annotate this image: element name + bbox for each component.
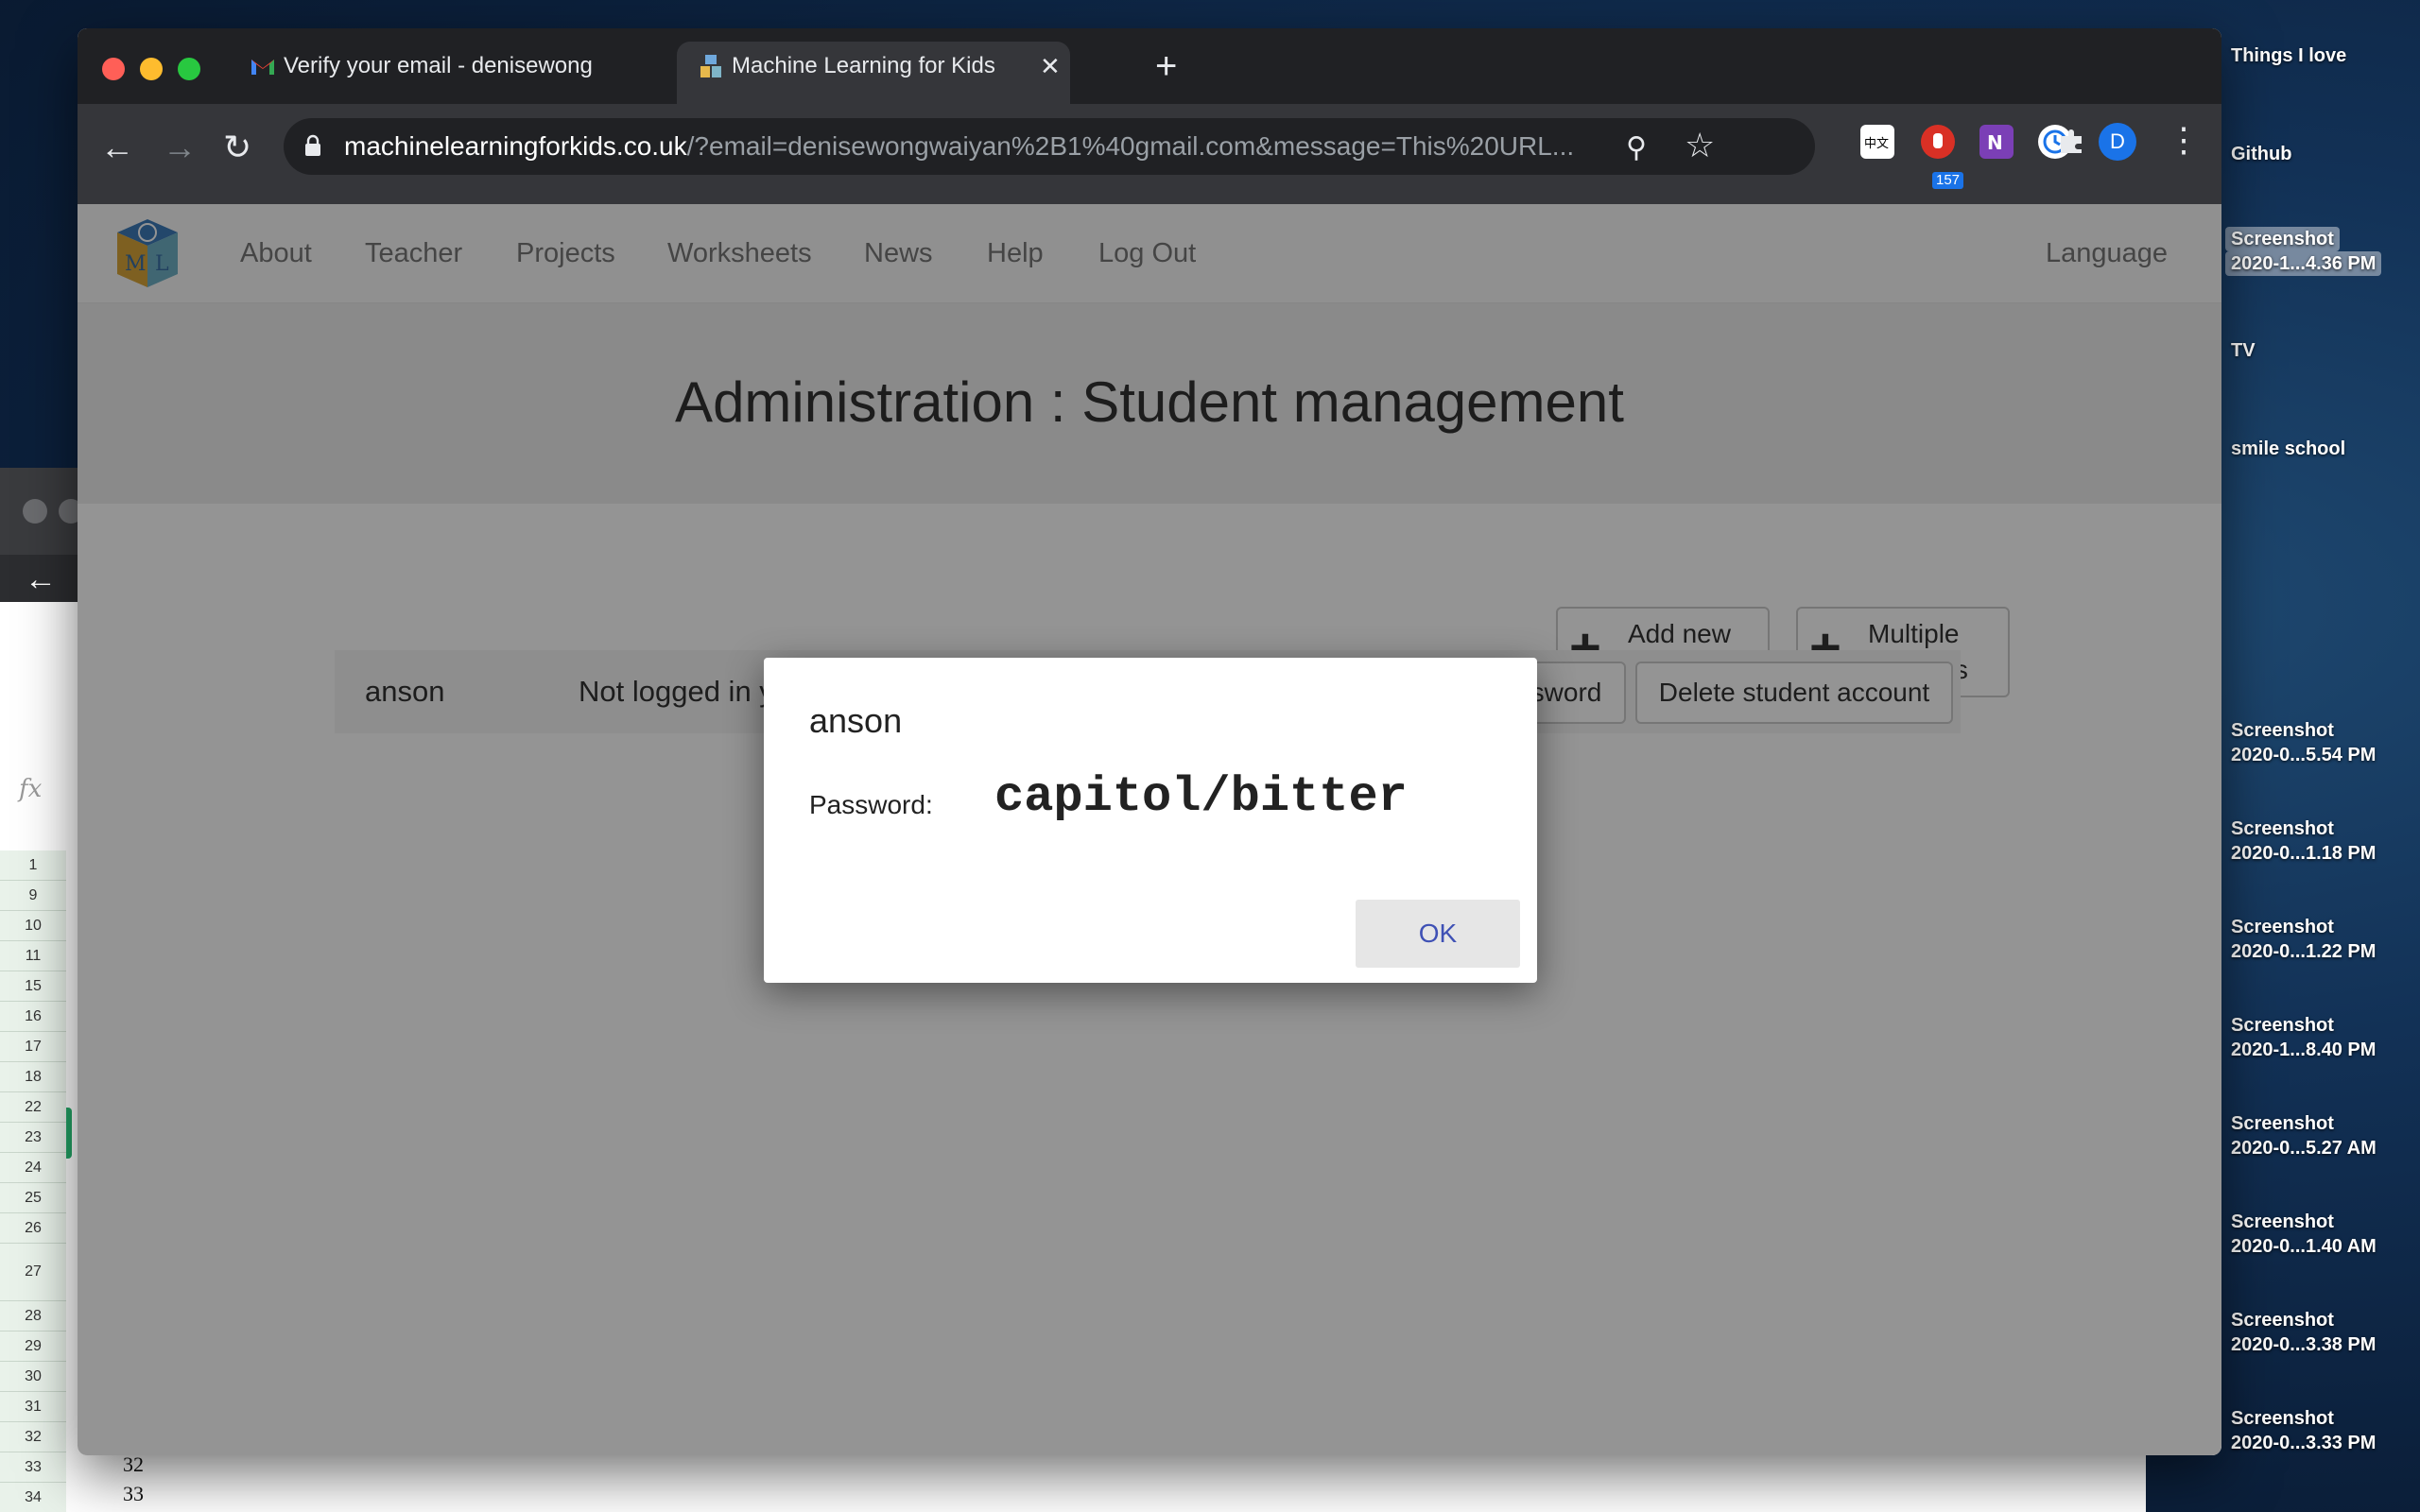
extension-badge: 157	[1932, 172, 1964, 189]
browser-window: Verify your email - denisewong ✕ Machine…	[78, 28, 2221, 1455]
desktop-item[interactable]: Screenshot 2020-0...3.33 PM	[2231, 1406, 2416, 1455]
password-label: Password:	[809, 790, 933, 819]
desktop-item[interactable]: Screenshot 2020-0...5.54 PM	[2231, 718, 2416, 767]
desktop-item-selected[interactable]: Screenshot 2020-1...4.36 PM	[2225, 227, 2411, 276]
browser-toolbar: ← → ↻ machinelearningforkids.co.uk/?emai…	[78, 104, 2221, 204]
bookmark-star-icon[interactable]: ☆	[1685, 126, 1715, 165]
chinese-extension-icon[interactable]: 中文	[1860, 125, 1894, 159]
row-header[interactable]: 9	[0, 881, 66, 911]
desktop-item[interactable]: Screenshot 2020-1...8.40 PM	[2231, 1013, 2416, 1062]
desktop-item[interactable]: smile school	[2231, 437, 2416, 461]
desktop-item[interactable]: Screenshot 2020-0...1.40 AM	[2231, 1210, 2416, 1259]
ok-button[interactable]: OK	[1356, 900, 1520, 968]
tab-close-icon[interactable]: ✕	[1040, 42, 1061, 91]
row-header[interactable]: 17	[0, 1032, 66, 1062]
row-header[interactable]: 34	[0, 1483, 66, 1512]
row-header[interactable]: 33	[0, 1452, 66, 1483]
row-header[interactable]: 24	[0, 1153, 66, 1183]
back-arrow-icon[interactable]: ←	[100, 125, 134, 170]
row-header[interactable]: 15	[0, 971, 66, 1002]
profile-avatar[interactable]: D	[2099, 123, 2136, 161]
formula-fx-label: fx	[19, 775, 43, 803]
lock-icon[interactable]	[304, 134, 321, 157]
key-icon[interactable]: ⚲	[1626, 131, 1647, 164]
row-header[interactable]: 23	[0, 1123, 66, 1153]
url-text[interactable]: machinelearningforkids.co.uk/?email=deni…	[344, 118, 1611, 175]
reload-icon[interactable]: ↻	[223, 125, 251, 170]
tab-title: Verify your email - denisewong	[284, 53, 593, 78]
svg-text:中文: 中文	[1864, 137, 1889, 151]
password-dialog: anson Password: capitol/bitter OK	[764, 658, 1537, 983]
forward-arrow-icon[interactable]: →	[163, 125, 197, 170]
row-header[interactable]: 27	[0, 1244, 66, 1301]
cell-value[interactable]: 33	[123, 1482, 144, 1506]
back-arrow-icon[interactable]: ←	[25, 563, 57, 595]
new-tab-plus-icon[interactable]: +	[1155, 42, 1177, 91]
menu-dots-icon[interactable]: ⋮	[2167, 117, 2201, 163]
desktop-item[interactable]: Things I love	[2231, 43, 2416, 68]
row-header[interactable]: 18	[0, 1062, 66, 1092]
tab-title: Machine Learning for Kids	[732, 53, 995, 78]
window-close-dot[interactable]	[23, 499, 47, 524]
desktop-item[interactable]: TV	[2231, 338, 2416, 363]
row-header[interactable]: 16	[0, 1002, 66, 1032]
row-header[interactable]: 31	[0, 1392, 66, 1422]
row-header[interactable]: 26	[0, 1213, 66, 1244]
row-header[interactable]: 28	[0, 1301, 66, 1332]
desktop-item[interactable]: Screenshot 2020-0...3.38 PM	[2231, 1308, 2416, 1357]
address-bar[interactable]: machinelearningforkids.co.uk/?email=deni…	[284, 118, 1815, 175]
desktop-item[interactable]: Screenshot 2020-0...1.22 PM	[2231, 915, 2416, 964]
web-page: M L About Teacher Projects Worksheets Ne…	[78, 204, 2221, 1455]
minimize-window-button[interactable]	[140, 58, 163, 80]
adblock-hand-icon[interactable]	[1921, 125, 1955, 159]
maximize-window-button[interactable]	[178, 58, 200, 80]
desktop-item[interactable]: Screenshot 2020-0...1.18 PM	[2231, 816, 2416, 866]
desktop-item[interactable]: Screenshot 2020-0...5.27 AM	[2231, 1111, 2416, 1160]
row-header[interactable]: 29	[0, 1332, 66, 1362]
extensions-puzzle-icon[interactable]	[2055, 125, 2089, 159]
row-header[interactable]: 1	[0, 850, 66, 881]
desktop-icons: Things I love Github Screenshot 2020-1...…	[2225, 0, 2420, 1512]
cell-value[interactable]: 32	[123, 1452, 144, 1477]
row-header[interactable]: 22	[0, 1092, 66, 1123]
row-header[interactable]: 30	[0, 1362, 66, 1392]
tab-bar: Verify your email - denisewong ✕ Machine…	[78, 28, 2221, 104]
row-header[interactable]: 10	[0, 911, 66, 941]
dialog-title: anson	[809, 701, 903, 740]
gmail-icon	[251, 60, 274, 75]
tab-ml-kids[interactable]: Machine Learning for Kids ✕	[677, 42, 1070, 104]
row-header[interactable]: 32	[0, 1422, 66, 1452]
svg-text:N: N	[1987, 131, 2003, 154]
row-header[interactable]: 11	[0, 941, 66, 971]
onenote-icon[interactable]: N	[1979, 125, 2014, 159]
ml-kids-icon	[700, 55, 721, 77]
desktop-item[interactable]: Github	[2231, 142, 2416, 166]
password-value: capitol/bitter	[994, 769, 1408, 825]
close-window-button[interactable]	[102, 58, 125, 80]
tab-gmail[interactable]: Verify your email - denisewong ✕	[229, 42, 739, 104]
row-header[interactable]: 25	[0, 1183, 66, 1213]
